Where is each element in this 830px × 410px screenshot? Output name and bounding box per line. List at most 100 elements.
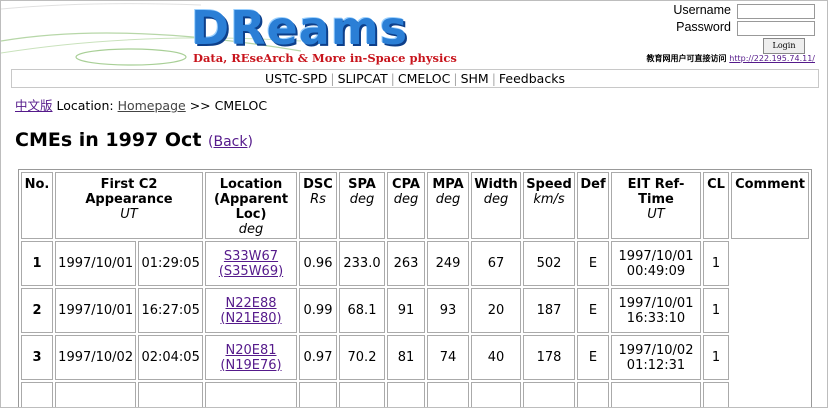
cell-location: N22E88 (N21E80) bbox=[205, 288, 297, 333]
cell-cpa bbox=[387, 382, 425, 407]
username-label: Username bbox=[673, 3, 731, 17]
cell-spa: 233.0 bbox=[339, 241, 385, 286]
cell-dsc: 0.96 bbox=[299, 241, 337, 286]
nav-separator: | bbox=[330, 71, 335, 86]
page-title: CMEs in 1997 Oct (Back) bbox=[15, 129, 253, 151]
cell-cl bbox=[703, 382, 729, 407]
site-header: DReams Data, REseArch & More in-Space ph… bbox=[1, 1, 827, 69]
table-row: 3 1997/10/02 02:04:05 N20E81 (N19E76) 0.9… bbox=[21, 335, 809, 380]
cell-time bbox=[138, 382, 203, 407]
cell-cl: 1 bbox=[703, 288, 729, 333]
cell-speed: 178 bbox=[523, 335, 575, 380]
col-header-comment: Comment bbox=[731, 172, 809, 239]
table-row: 1 1997/10/01 01:29:05 S33W67 (S35W69) 0.9… bbox=[21, 241, 809, 286]
cell-location bbox=[205, 382, 297, 407]
cell-date: 1997/10/01 bbox=[55, 288, 137, 333]
cell-no: 2 bbox=[21, 288, 53, 333]
main-nav: USTC-SPD | SLIPCAT | CMELOC | SHM | Feedbacks bbox=[11, 69, 819, 88]
cell-speed: 502 bbox=[523, 241, 575, 286]
cell-cl: 1 bbox=[703, 241, 729, 286]
nav-item-cmeloc[interactable]: CMELOC bbox=[398, 71, 451, 86]
back-link-wrapper: (Back) bbox=[208, 134, 253, 150]
apparent-location-link[interactable]: (N21E80) bbox=[220, 311, 281, 326]
cell-time: 16:27:05 bbox=[138, 288, 203, 333]
cell-dsc: 0.99 bbox=[299, 288, 337, 333]
cell-eit: 1997/10/01 16:33:10 bbox=[611, 288, 701, 333]
cell-mpa bbox=[427, 382, 469, 407]
cell-cpa: 81 bbox=[387, 335, 425, 380]
cell-no: 3 bbox=[21, 335, 53, 380]
nav-item-slipcat[interactable]: SLIPCAT bbox=[338, 71, 388, 86]
cell-speed: 187 bbox=[523, 288, 575, 333]
cell-speed bbox=[523, 382, 575, 407]
cell-spa: 70.2 bbox=[339, 335, 385, 380]
cme-table: No. First C2 Appearance UT Location (Appa… bbox=[18, 169, 812, 407]
cell-spa: 68.1 bbox=[339, 288, 385, 333]
location-link[interactable]: S33W67 bbox=[224, 249, 278, 264]
col-header-spa: SPA deg bbox=[339, 172, 385, 239]
username-input[interactable] bbox=[737, 4, 815, 19]
breadcrumb: 中文版 Location: Homepage >> CMELOC bbox=[15, 95, 267, 114]
apparent-location-link[interactable]: (N19E76) bbox=[220, 358, 281, 373]
apparent-location-link[interactable]: (S35W69) bbox=[219, 264, 283, 279]
col-header-def: Def bbox=[577, 172, 609, 239]
cell-dsc: 0.97 bbox=[299, 335, 337, 380]
cell-eit: 1997/10/02 01:12:31 bbox=[611, 335, 701, 380]
location-link[interactable]: N20E81 bbox=[225, 343, 276, 358]
nav-separator: | bbox=[491, 71, 496, 86]
cell-def: E bbox=[577, 241, 609, 286]
cell-dsc bbox=[299, 382, 337, 407]
back-link[interactable]: Back bbox=[214, 134, 248, 150]
cell-cl: 1 bbox=[703, 335, 729, 380]
col-header-dsc: DSC Rs bbox=[299, 172, 337, 239]
cell-def: E bbox=[577, 288, 609, 333]
cell-mpa: 249 bbox=[427, 241, 469, 286]
chinese-version-link[interactable]: 中文版 bbox=[15, 98, 53, 113]
cell-width bbox=[471, 382, 521, 407]
cell-date: 1997/10/02 bbox=[55, 335, 137, 380]
cell-spa bbox=[339, 382, 385, 407]
col-header-no: No. bbox=[21, 172, 53, 239]
table-row-partial bbox=[21, 382, 809, 407]
cell-cpa: 91 bbox=[387, 288, 425, 333]
col-header-eit: EIT Ref-Time UT bbox=[611, 172, 701, 239]
nav-item-shm[interactable]: SHM bbox=[461, 71, 489, 86]
cell-width: 67 bbox=[471, 241, 521, 286]
location-label: Location: bbox=[56, 98, 114, 113]
table-row: 2 1997/10/01 16:27:05 N22E88 (N21E80) 0.9… bbox=[21, 288, 809, 333]
logo-word: DReams bbox=[191, 1, 409, 55]
col-header-cl: CL bbox=[703, 172, 729, 239]
nav-separator: | bbox=[390, 71, 395, 86]
cell-mpa: 93 bbox=[427, 288, 469, 333]
location-link[interactable]: N22E88 bbox=[225, 296, 276, 311]
cell-date bbox=[55, 382, 137, 407]
nav-item-feedbacks[interactable]: Feedbacks bbox=[499, 71, 565, 86]
homepage-link[interactable]: Homepage bbox=[118, 98, 186, 113]
cell-def bbox=[577, 382, 609, 407]
logo-subtitle: Data, REseArch & More in-Space physics bbox=[193, 51, 457, 65]
col-header-location: Location (Apparent Loc) deg bbox=[205, 172, 297, 239]
cell-date: 1997/10/01 bbox=[55, 241, 137, 286]
cell-location: S33W67 (S35W69) bbox=[205, 241, 297, 286]
nav-item-ustc-spd[interactable]: USTC-SPD bbox=[265, 71, 327, 86]
nav-separator: | bbox=[453, 71, 458, 86]
dreams-logo[interactable]: DReams Data, REseArch & More in-Space ph… bbox=[191, 1, 457, 69]
col-header-width: Width deg bbox=[471, 172, 521, 239]
campus-notice: 教育网用户可直接访问 http://222.195.74.11/ bbox=[646, 53, 815, 64]
cell-time: 02:04:05 bbox=[138, 335, 203, 380]
col-header-speed: Speed km/s bbox=[523, 172, 575, 239]
login-button[interactable]: Login bbox=[763, 38, 805, 54]
password-input[interactable] bbox=[737, 21, 815, 36]
cell-eit: 1997/10/01 00:49:09 bbox=[611, 241, 701, 286]
col-header-first-c2: First C2 Appearance UT bbox=[55, 172, 203, 239]
cell-width: 20 bbox=[471, 288, 521, 333]
password-label: Password bbox=[676, 20, 731, 34]
cell-no: 1 bbox=[21, 241, 53, 286]
cell-cpa: 263 bbox=[387, 241, 425, 286]
cell-def: E bbox=[577, 335, 609, 380]
notice-text: 教育网用户可直接访问 bbox=[646, 54, 727, 63]
cell-width: 40 bbox=[471, 335, 521, 380]
campus-link[interactable]: http://222.195.74.11/ bbox=[729, 54, 815, 63]
cell-mpa: 74 bbox=[427, 335, 469, 380]
col-header-mpa: MPA deg bbox=[427, 172, 469, 239]
